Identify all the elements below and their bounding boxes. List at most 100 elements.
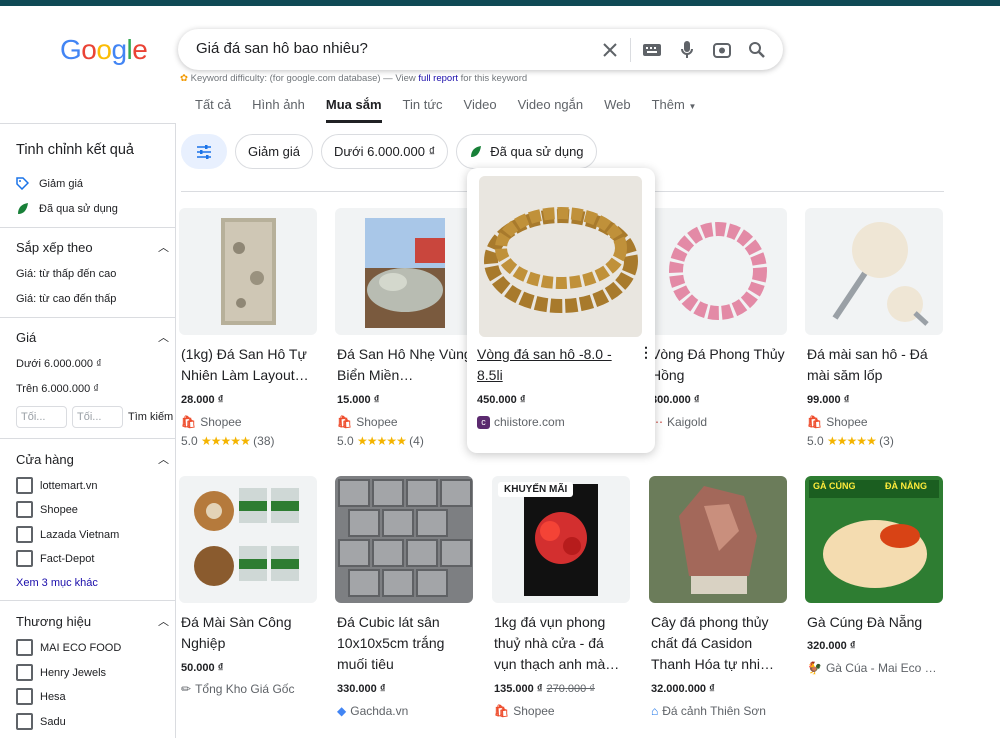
product-price: 50.000 ₫ — [181, 662, 224, 674]
price-over[interactable]: Trên 6.000.000 ₫ — [16, 383, 99, 395]
product-title[interactable]: (1kg) Đá San Hô Tự Nhiên Làm Layout… — [181, 344, 316, 386]
product-title[interactable]: Đá San Hô Nhẹ Vùng Biển Miền… — [337, 344, 472, 386]
tag-icon — [16, 177, 29, 190]
product-price: 135.000 ₫ 270.000 ₫ — [494, 683, 595, 695]
collapse-icon[interactable]: ︿ — [158, 451, 169, 467]
product-shop: 🛍 Shopee — [337, 415, 398, 429]
quick-filter-used[interactable]: Đã qua sử dụng — [16, 202, 118, 215]
brand-title: Thương hiệu — [16, 614, 92, 629]
store-checkbox[interactable] — [16, 550, 33, 567]
product-image[interactable] — [649, 208, 787, 335]
store-checkbox[interactable] — [16, 477, 33, 494]
store-label: Shopee — [40, 504, 78, 516]
divider — [0, 438, 176, 439]
search-input[interactable]: Giá đá san hô bao nhiêu? — [196, 40, 368, 57]
brand-checkbox[interactable] — [16, 688, 33, 705]
shopee-icon: 🛍 — [181, 415, 197, 429]
more-options-icon[interactable]: ⋮ — [639, 344, 653, 361]
product-image[interactable] — [335, 208, 473, 335]
product-shop: 🛍 Shopee — [807, 415, 868, 429]
product-shop: ⋯ Kaigold — [651, 415, 708, 429]
sort-high-low[interactable]: Giá: từ cao đến thấp — [16, 293, 116, 305]
search-box[interactable]: Giá đá san hô bao nhiêu? — [178, 29, 783, 70]
promo-badge: KHUYẾN MÃI — [498, 482, 574, 497]
product-image[interactable] — [335, 476, 473, 603]
product-title[interactable]: Đá Cubic lát sân 10x10x5cm trắng muối ti… — [337, 612, 472, 675]
store-checkbox[interactable] — [16, 526, 33, 543]
brand-checkbox[interactable] — [16, 664, 33, 681]
full-report-link[interactable]: full report — [418, 73, 458, 84]
filter-settings-button[interactable] — [181, 134, 227, 169]
tab-shopping[interactable]: Mua sắm — [325, 97, 382, 123]
search-icon[interactable] — [746, 39, 768, 61]
product-image[interactable]: GÀ CÚNG ĐÀ NẴNG — [805, 476, 943, 603]
camera-lens-icon[interactable] — [711, 39, 733, 61]
tab-short-videos[interactable]: Video ngắn — [518, 97, 584, 123]
clear-icon[interactable] — [599, 39, 621, 61]
microphone-icon[interactable] — [676, 39, 698, 61]
keyboard-icon[interactable] — [641, 39, 663, 61]
tab-more[interactable]: Thêm ▼ — [652, 97, 697, 123]
tab-all[interactable]: Tất cả — [195, 97, 231, 123]
search-divider — [630, 38, 631, 62]
chip-discount[interactable]: Giảm giá — [235, 134, 314, 169]
product-image[interactable] — [479, 176, 642, 337]
product-price: 99.000 ₫ — [807, 394, 850, 406]
sliders-icon — [197, 144, 211, 159]
brand-checkbox[interactable] — [16, 713, 33, 730]
refine-title: Tinh chỉnh kết quả — [16, 142, 134, 158]
product-image[interactable] — [179, 476, 317, 603]
brand-label: Henry Jewels — [40, 667, 107, 679]
product-title[interactable]: Vòng Đá Phong Thủy Hồng — [651, 344, 786, 386]
quick-filter-discount[interactable]: Giảm giá — [16, 177, 83, 190]
chiistore-icon: c — [477, 415, 490, 429]
tab-web[interactable]: Web — [604, 97, 631, 123]
rating-stars: ★★★★★ — [201, 434, 251, 448]
product-title[interactable]: Đá mài san hô - Đá mài săm lốp — [807, 344, 942, 386]
store-checkbox[interactable] — [16, 501, 33, 518]
price-under[interactable]: Dưới 6.000.000 ₫ — [16, 358, 102, 370]
collapse-icon[interactable]: ︿ — [158, 613, 169, 629]
store-label: Lazada Vietnam — [40, 529, 120, 541]
product-title[interactable]: Đá Mài Sàn Công Nghiệp — [181, 612, 316, 654]
brand-checkbox[interactable] — [16, 639, 33, 656]
product-image[interactable] — [649, 476, 787, 603]
shop-icon: ⌂ — [651, 704, 659, 718]
tab-video[interactable]: Video — [464, 97, 497, 123]
refine-sidebar: Tinh chỉnh kết quả Giảm giá Đã qua sử dụ… — [0, 123, 176, 738]
price-search-button[interactable]: Tìm kiếm — [128, 411, 173, 423]
collapse-icon[interactable]: ︿ — [158, 239, 169, 255]
product-image[interactable] — [179, 208, 317, 335]
image-text-right: ĐÀ NẴNG — [885, 481, 927, 491]
tab-images[interactable]: Hình ảnh — [252, 97, 305, 123]
product-shop: c chiistore.com — [477, 415, 565, 429]
product-hover-card[interactable]: Vòng đá san hô -8.0 - 8.5li ⋮ 450.000 ₫ … — [467, 168, 655, 453]
price-max-input[interactable]: Tối... — [72, 406, 123, 428]
image-text-left: GÀ CÚNG — [813, 481, 856, 491]
product-title[interactable]: Gà Cúng Đà Nẵng — [807, 612, 942, 633]
product-price: 300.000 ₫ — [651, 394, 700, 406]
more-stores-link[interactable]: Xem 3 mục khác — [16, 577, 98, 589]
product-price: 320.000 ₫ — [807, 640, 856, 652]
dropdown-icon: ▼ — [688, 102, 697, 111]
divider — [0, 227, 176, 228]
gachda-icon: ◆ — [337, 704, 347, 718]
keyword-difficulty: ✿ Keyword difficulty: (for google.com da… — [180, 73, 528, 84]
product-title[interactable]: Vòng đá san hô -8.0 - 8.5li — [477, 344, 627, 386]
price-min-input[interactable]: Tối... — [16, 406, 67, 428]
product-title[interactable]: Cây đá phong thủy chất đá Casidon Thanh … — [651, 612, 786, 675]
tab-news[interactable]: Tin tức — [403, 97, 443, 123]
product-rating: 5.0 ★★★★★ (3) — [807, 434, 894, 448]
chip-under-price[interactable]: Dưới 6.000.000 ₫ — [321, 134, 449, 169]
product-image[interactable] — [805, 208, 943, 335]
chip-used[interactable]: Đã qua sử dụng — [456, 134, 597, 169]
product-title[interactable]: 1kg đá vụn phong thuỷ nhà cửa - đá vụn t… — [494, 612, 629, 675]
sort-low-high[interactable]: Giá: từ thấp đến cao — [16, 268, 116, 280]
google-logo[interactable]: Google — [60, 34, 148, 66]
collapse-icon[interactable]: ︿ — [158, 329, 169, 345]
product-price: 28.000 ₫ — [181, 394, 224, 406]
store-label: lottemart.vn — [40, 480, 98, 492]
product-price: 32.000.000 ₫ — [651, 683, 715, 695]
product-shop: 🐓 Gà Cúa - Mai Eco … — [807, 661, 937, 675]
search-tabs: Tất cả Hình ảnh Mua sắm Tin tức Video Vi… — [195, 97, 717, 123]
